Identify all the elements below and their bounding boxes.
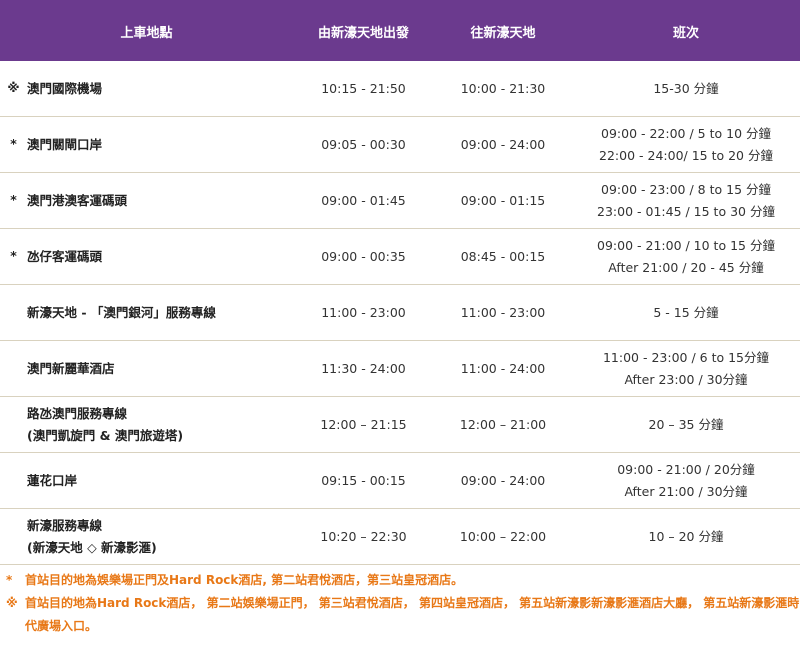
return-time: 08:45 - 00:15 — [434, 228, 572, 285]
row-marker: * — [10, 248, 17, 264]
frequency-line: 20 – 35 分鐘 — [648, 416, 724, 432]
frequency-line: 09:00 - 21:00 / 10 to 15 分鐘 — [597, 237, 775, 253]
location-line: (澳門凱旋門 & 澳門旅遊塔) — [27, 427, 184, 443]
departure-time: 11:30 - 24:00 — [293, 340, 434, 397]
header-from: 由新濠天地出發 — [293, 0, 434, 61]
frequency-line: After 23:00 / 30分鐘 — [624, 371, 748, 387]
departure-time: 09:00 - 00:35 — [293, 228, 434, 285]
frequency: 5 - 15 分鐘 — [572, 284, 800, 341]
table-row: 蓮花口岸 09:15 - 00:15 09:00 - 24:00 09:00 - 21… — [0, 452, 800, 509]
location-name: 氹仔客運碼頭 — [27, 246, 102, 268]
departure-time: 10:15 - 21:50 — [293, 61, 434, 117]
location-line: 蓮花口岸 — [27, 472, 78, 488]
location-name: 澳門新麗華酒店 — [0, 358, 115, 380]
frequency: 15-30 分鐘 — [572, 61, 800, 117]
pickup-location: * 氹仔客運碼頭 — [0, 228, 293, 285]
frequency-line: 23:00 - 01:45 / 15 to 30 分鐘 — [597, 203, 775, 219]
return-time: 10:00 - 21:30 — [434, 61, 572, 117]
frequency: 09:00 - 22:00 / 5 to 10 分鐘 22:00 - 24:00/… — [572, 116, 800, 173]
footnote: * 首站目的地為娛樂場正門及Hard Rock酒店, 第二站君悅酒店，第三站皇冠酒… — [6, 569, 802, 592]
table-row: 路氹澳門服務專線 (澳門凱旋門 & 澳門旅遊塔) 12:00 – 21:15 12:0… — [0, 396, 800, 453]
pickup-location: 澳門新麗華酒店 — [0, 340, 293, 397]
location-name: 新濠服務專線 (新濠天地 ◇ 新濠影滙) — [0, 515, 157, 559]
row-marker: ※ — [7, 80, 20, 96]
location-line: 新濠服務專線 — [27, 517, 103, 533]
frequency: 20 – 35 分鐘 — [572, 396, 800, 453]
frequency-line: 15-30 分鐘 — [653, 80, 719, 96]
frequency: 09:00 - 23:00 / 8 to 15 分鐘 23:00 - 01:45 … — [572, 172, 800, 229]
table-row: ※ 澳門國際機場 10:15 - 21:50 10:00 - 21:30 15-30 分… — [0, 61, 800, 117]
frequency-line: After 21:00 / 30分鐘 — [624, 483, 748, 499]
table-row: * 氹仔客運碼頭 09:00 - 00:35 08:45 - 00:15 09:00 -… — [0, 228, 800, 285]
pickup-location: 新濠天地 - 「澳門銀河」服務專線 — [0, 284, 293, 341]
location-line: 新濠天地 - 「澳門銀河」服務專線 — [27, 304, 216, 320]
table-row: * 澳門港澳客運碼頭 09:00 - 01:45 09:00 - 01:15 09:00… — [0, 172, 800, 229]
departure-time: 11:00 - 23:00 — [293, 284, 434, 341]
return-time: 09:00 - 24:00 — [434, 452, 572, 509]
departure-time: 10:20 – 22:30 — [293, 508, 434, 565]
footnote-text: 首站目的地為Hard Rock酒店， 第二站娛樂場正門， 第三站君悅酒店， 第四… — [25, 596, 800, 633]
pickup-location: 新濠服務專線 (新濠天地 ◇ 新濠影滙) — [0, 508, 293, 565]
table-header-row: 上車地點 由新濠天地出發 往新濠天地 班次 — [0, 0, 800, 61]
location-line: 澳門關閘口岸 — [27, 136, 103, 152]
location-name: 澳門國際機場 — [27, 78, 102, 100]
pickup-location: * 澳門關閘口岸 — [0, 116, 293, 173]
table-row: 新濠服務專線 (新濠天地 ◇ 新濠影滙) 10:20 – 22:30 10:00 – … — [0, 508, 800, 565]
return-time: 12:00 – 21:00 — [434, 396, 572, 453]
pickup-location: 路氹澳門服務專線 (澳門凱旋門 & 澳門旅遊塔) — [0, 396, 293, 453]
return-time: 09:00 - 01:15 — [434, 172, 572, 229]
pickup-location: ※ 澳門國際機場 — [0, 61, 293, 117]
frequency-line: 09:00 - 21:00 / 20分鐘 — [617, 461, 755, 477]
table-row: * 澳門關閘口岸 09:05 - 00:30 09:00 - 24:00 09:00 -… — [0, 116, 800, 173]
row-marker: * — [10, 192, 17, 208]
location-name: 蓮花口岸 — [0, 470, 77, 492]
shuttle-schedule-table: 上車地點 由新濠天地出發 往新濠天地 班次 ※ 澳門國際機場 10:15 - 21:… — [0, 0, 800, 565]
return-time: 10:00 – 22:00 — [434, 508, 572, 565]
frequency-line: 09:00 - 22:00 / 5 to 10 分鐘 — [601, 125, 771, 141]
departure-time: 09:00 - 01:45 — [293, 172, 434, 229]
footnote-marker: ※ — [6, 596, 18, 610]
return-time: 11:00 - 24:00 — [434, 340, 572, 397]
location-name: 新濠天地 - 「澳門銀河」服務專線 — [0, 302, 216, 324]
location-line: 氹仔客運碼頭 — [27, 248, 103, 264]
header-to: 往新濠天地 — [434, 0, 572, 61]
footnotes: * 首站目的地為娛樂場正門及Hard Rock酒店, 第二站君悅酒店，第三站皇冠酒… — [0, 565, 802, 638]
header-location: 上車地點 — [0, 0, 293, 61]
location-name: 路氹澳門服務專線 (澳門凱旋門 & 澳門旅遊塔) — [0, 403, 183, 447]
footnote: ※ 首站目的地為Hard Rock酒店， 第二站娛樂場正門， 第三站君悅酒店， 第… — [6, 592, 802, 638]
row-marker: * — [10, 136, 17, 152]
header-frequency: 班次 — [572, 0, 800, 61]
location-line: 澳門港澳客運碼頭 — [27, 192, 128, 208]
return-time: 09:00 - 24:00 — [434, 116, 572, 173]
frequency-line: 22:00 - 24:00/ 15 to 20 分鐘 — [599, 147, 773, 163]
frequency: 10 – 20 分鐘 — [572, 508, 800, 565]
location-name: 澳門港澳客運碼頭 — [27, 190, 127, 212]
location-name: 澳門關閘口岸 — [27, 134, 102, 156]
departure-time: 09:05 - 00:30 — [293, 116, 434, 173]
table-row: 新濠天地 - 「澳門銀河」服務專線 11:00 - 23:00 11:00 - 23… — [0, 284, 800, 341]
departure-time: 09:15 - 00:15 — [293, 452, 434, 509]
frequency-line: After 21:00 / 20 - 45 分鐘 — [608, 259, 764, 275]
footnote-marker: * — [6, 573, 13, 587]
frequency-line: 5 - 15 分鐘 — [653, 304, 719, 320]
location-line: 澳門新麗華酒店 — [27, 360, 115, 376]
frequency: 09:00 - 21:00 / 20分鐘 After 21:00 / 30分鐘 — [572, 452, 800, 509]
departure-time: 12:00 – 21:15 — [293, 396, 434, 453]
frequency: 09:00 - 21:00 / 10 to 15 分鐘 After 21:00 /… — [572, 228, 800, 285]
frequency: 11:00 - 23:00 / 6 to 15分鐘 After 23:00 / 3… — [572, 340, 800, 397]
return-time: 11:00 - 23:00 — [434, 284, 572, 341]
location-line: 路氹澳門服務專線 — [27, 405, 128, 421]
frequency-line: 11:00 - 23:00 / 6 to 15分鐘 — [602, 349, 770, 365]
frequency-line: 10 – 20 分鐘 — [648, 528, 724, 544]
table-row: 澳門新麗華酒店 11:30 - 24:00 11:00 - 24:00 11:00 -… — [0, 340, 800, 397]
pickup-location: 蓮花口岸 — [0, 452, 293, 509]
pickup-location: * 澳門港澳客運碼頭 — [0, 172, 293, 229]
location-line: (新濠天地 ◇ 新濠影滙) — [27, 539, 157, 555]
frequency-line: 09:00 - 23:00 / 8 to 15 分鐘 — [601, 181, 771, 197]
location-line: 澳門國際機場 — [27, 80, 103, 96]
footnote-text: 首站目的地為娛樂場正門及Hard Rock酒店, 第二站君悅酒店，第三站皇冠酒店… — [25, 573, 464, 587]
